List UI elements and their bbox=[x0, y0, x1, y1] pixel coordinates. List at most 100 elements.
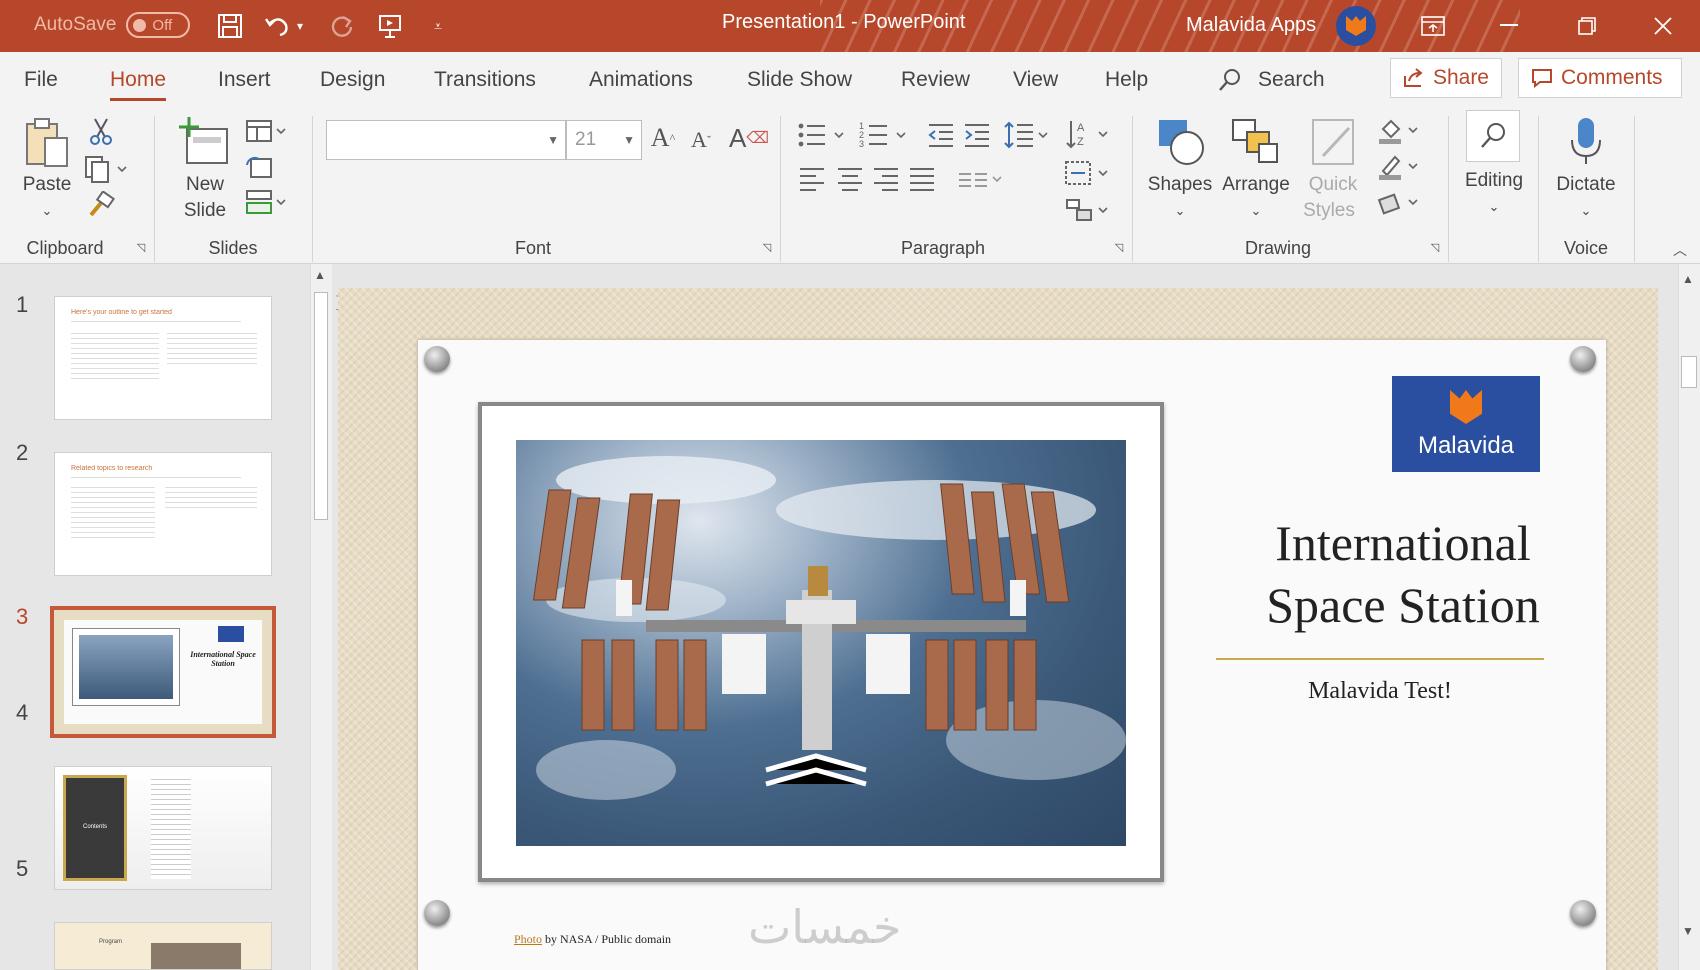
slide-thumbnail-4[interactable]: Contents bbox=[54, 766, 272, 890]
quick-styles-label-line1[interactable]: Quick bbox=[1298, 172, 1368, 198]
arrange-icon[interactable] bbox=[1228, 114, 1282, 170]
ribbon-display-icon[interactable] bbox=[1410, 8, 1456, 44]
paste-icon[interactable] bbox=[22, 116, 70, 170]
new-slide-label-line1[interactable]: New bbox=[168, 172, 242, 198]
malavida-logo[interactable]: Malavida bbox=[1392, 376, 1540, 472]
shapes-label[interactable]: Shapes bbox=[1144, 172, 1216, 198]
share-button[interactable]: Share bbox=[1390, 58, 1502, 98]
align-center-icon[interactable] bbox=[834, 164, 866, 194]
picture-frame[interactable] bbox=[478, 402, 1164, 882]
align-left-icon[interactable] bbox=[796, 164, 828, 194]
cut-icon[interactable] bbox=[86, 116, 116, 146]
clear-formatting-icon[interactable]: A ⌫ bbox=[729, 120, 769, 156]
present-icon[interactable] bbox=[374, 10, 406, 42]
section-icon[interactable] bbox=[244, 188, 290, 216]
font-size-select[interactable]: 21 ▼ bbox=[566, 120, 642, 160]
arrange-dropdown-icon[interactable]: ⌄ bbox=[1218, 198, 1294, 224]
new-slide-icon[interactable] bbox=[176, 114, 232, 170]
bullets-icon[interactable] bbox=[796, 118, 850, 152]
scrollbar-thumb[interactable] bbox=[314, 292, 328, 520]
slide-title[interactable]: International Space Station bbox=[1208, 512, 1598, 636]
redo-icon[interactable] bbox=[326, 10, 358, 42]
scroll-down-icon[interactable]: ▼ bbox=[1682, 924, 1694, 938]
slide-thumbnail-1[interactable]: Here's your outline to get started bbox=[54, 296, 272, 420]
autosave-control[interactable]: AutoSave Off bbox=[34, 12, 191, 38]
paragraph-launcher-icon[interactable]: ◹ bbox=[1112, 240, 1126, 254]
decrease-indent-icon[interactable] bbox=[926, 120, 956, 150]
comments-button[interactable]: Comments bbox=[1518, 58, 1682, 98]
decrease-font-size-icon[interactable]: Aˇ bbox=[686, 122, 716, 158]
minimize-icon[interactable] bbox=[1486, 8, 1532, 44]
format-painter-icon[interactable] bbox=[86, 190, 116, 220]
tab-view[interactable]: View bbox=[1013, 68, 1058, 92]
slide-thumbnail-5[interactable]: Program bbox=[54, 922, 272, 970]
scroll-up-icon[interactable]: ▲ bbox=[1682, 272, 1694, 286]
undo-dropdown-icon[interactable]: ▾ bbox=[292, 10, 308, 42]
text-direction-icon[interactable]: AZ bbox=[1062, 116, 1114, 152]
align-right-icon[interactable] bbox=[870, 164, 902, 194]
dictate-dropdown-icon[interactable]: ⌄ bbox=[1548, 198, 1624, 224]
clipboard-launcher-icon[interactable]: ◹ bbox=[134, 240, 148, 254]
close-icon[interactable] bbox=[1640, 8, 1686, 44]
search-box[interactable]: Search bbox=[1218, 68, 1325, 92]
tab-animations[interactable]: Animations bbox=[589, 68, 693, 92]
layout-icon[interactable] bbox=[244, 118, 290, 144]
scroll-up-icon[interactable]: ▲ bbox=[314, 268, 326, 282]
font-name-select[interactable]: ▼ bbox=[326, 120, 566, 160]
editing-search-icon[interactable] bbox=[1466, 110, 1520, 162]
copy-icon[interactable] bbox=[82, 154, 132, 184]
editing-dropdown-icon[interactable]: ⌄ bbox=[1456, 194, 1532, 220]
smartart-icon[interactable] bbox=[1062, 194, 1114, 226]
user-name[interactable]: Malavida Apps bbox=[1186, 14, 1316, 37]
font-launcher-icon[interactable]: ◹ bbox=[760, 240, 774, 254]
credit-link[interactable]: Photo bbox=[514, 932, 542, 946]
avatar[interactable] bbox=[1336, 6, 1376, 46]
microphone-icon[interactable] bbox=[1562, 114, 1610, 170]
tab-home[interactable]: Home bbox=[110, 68, 167, 101]
editor-scrollbar[interactable]: ▲ ▼ bbox=[1678, 264, 1700, 970]
drawing-launcher-icon[interactable]: ◹ bbox=[1428, 240, 1442, 254]
slide-thumbnail-3[interactable]: International Space Station bbox=[50, 606, 276, 738]
slide-thumbnail-2[interactable]: Related topics to research bbox=[54, 452, 272, 576]
save-icon[interactable] bbox=[214, 10, 246, 42]
line-spacing-icon[interactable] bbox=[1002, 118, 1052, 152]
new-slide-label-line2[interactable]: Slide bbox=[168, 198, 242, 224]
thumbnail-scrollbar[interactable]: ▲ bbox=[310, 264, 332, 970]
tab-review[interactable]: Review bbox=[901, 68, 970, 92]
arrange-label[interactable]: Arrange bbox=[1218, 172, 1294, 198]
photo-credit[interactable]: Photo by NASA / Public domain bbox=[514, 932, 671, 947]
tab-slide-show[interactable]: Slide Show bbox=[747, 68, 852, 92]
slide-3[interactable]: Malavida International Space Station Mal… bbox=[418, 340, 1606, 970]
reset-slide-icon[interactable] bbox=[244, 154, 274, 180]
justify-icon[interactable] bbox=[906, 164, 938, 194]
scrollbar-thumb[interactable] bbox=[1681, 356, 1697, 388]
tab-file[interactable]: File bbox=[24, 68, 58, 92]
collapse-ribbon-icon[interactable]: ︿ bbox=[1670, 240, 1690, 260]
shape-effects-icon[interactable] bbox=[1376, 188, 1424, 218]
tab-transitions[interactable]: Transitions bbox=[434, 68, 536, 92]
increase-font-size-icon[interactable]: A ^ bbox=[648, 120, 678, 156]
columns-icon[interactable] bbox=[956, 166, 1006, 194]
tab-insert[interactable]: Insert bbox=[218, 68, 271, 92]
iss-photo[interactable] bbox=[516, 440, 1126, 846]
undo-icon[interactable] bbox=[262, 10, 294, 42]
paste-label[interactable]: Paste bbox=[20, 172, 74, 198]
increase-indent-icon[interactable] bbox=[962, 120, 992, 150]
autosave-toggle[interactable]: Off bbox=[126, 12, 191, 38]
restore-icon[interactable] bbox=[1564, 8, 1610, 44]
tab-help[interactable]: Help bbox=[1105, 68, 1148, 92]
shapes-dropdown-icon[interactable]: ⌄ bbox=[1144, 198, 1216, 224]
quick-styles-icon[interactable] bbox=[1308, 114, 1360, 170]
editing-label[interactable]: Editing bbox=[1456, 168, 1532, 194]
align-text-icon[interactable] bbox=[1062, 156, 1114, 190]
dictate-label[interactable]: Dictate bbox=[1548, 172, 1624, 198]
numbering-icon[interactable]: 123 bbox=[858, 118, 912, 152]
tab-design[interactable]: Design bbox=[320, 68, 385, 92]
shapes-icon[interactable] bbox=[1154, 114, 1208, 170]
slide-subtitle[interactable]: Malavida Test! bbox=[1216, 678, 1544, 705]
shape-fill-icon[interactable] bbox=[1376, 116, 1424, 146]
shape-outline-icon[interactable] bbox=[1376, 152, 1424, 182]
customize-icon[interactable]: ⩡ bbox=[422, 10, 454, 42]
paste-dropdown-icon[interactable]: ⌄ bbox=[20, 198, 74, 224]
quick-styles-label-line2[interactable]: Styles bbox=[1294, 198, 1364, 224]
